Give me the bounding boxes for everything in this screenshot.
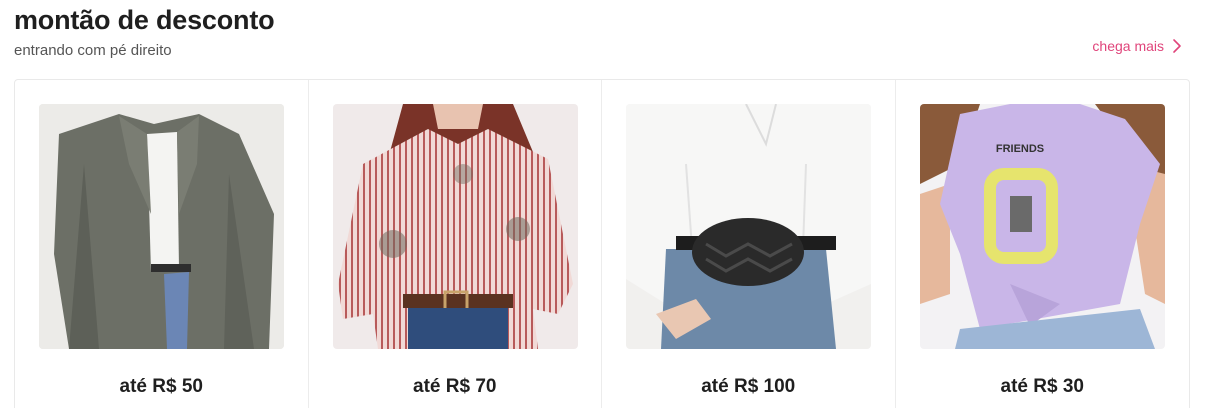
section-subtitle: entrando com pé direito (14, 42, 172, 59)
see-more-link[interactable]: chega mais (1092, 38, 1182, 54)
product-card[interactable]: FRIENDS até R$ 30 (896, 80, 1190, 408)
section-title: montão de desconto (14, 5, 275, 35)
striped-shirt-photo[interactable] (332, 104, 578, 349)
price-label: até R$ 30 (1000, 376, 1084, 397)
section-header: montão de desconto entrando com pé direi… (14, 4, 275, 60)
belt-bag-photo[interactable] (626, 104, 871, 349)
price-label: até R$ 70 (413, 376, 497, 397)
price-label: até R$ 100 (701, 376, 796, 397)
svg-text:FRIENDS: FRIENDS (995, 143, 1043, 155)
product-card[interactable]: até R$ 70 (309, 80, 602, 408)
product-card[interactable]: até R$ 100 (602, 80, 896, 408)
product-card[interactable]: até R$ 50 (15, 80, 309, 408)
product-card-row: até R$ 50 até R$ 70 até R$ 100 FRIENDS a… (14, 79, 1190, 408)
friends-tshirt-photo[interactable]: FRIENDS (919, 104, 1165, 349)
price-label: até R$ 50 (119, 376, 203, 397)
chevron-right-icon (1172, 38, 1182, 54)
see-more-label: chega mais (1092, 38, 1164, 54)
gray-blazer-photo[interactable] (39, 104, 284, 349)
